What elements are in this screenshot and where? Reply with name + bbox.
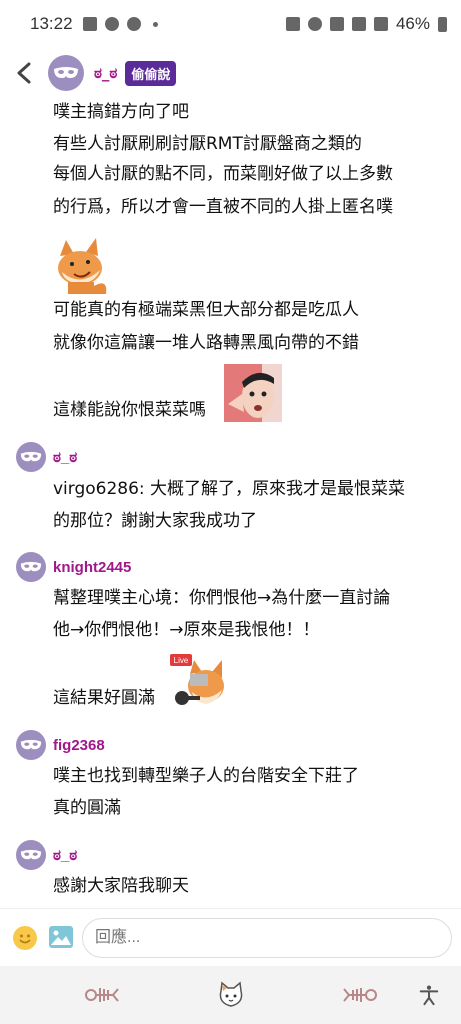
nav-fishbone-right[interactable] [343,980,377,1010]
mask-icon [20,561,42,572]
cat-icon [219,981,243,1007]
thread-header: ಠ_ಠ 偷偷說 [0,48,461,98]
battery-percent: 46% [395,14,430,33]
app-notification-icon [126,17,141,31]
image-icon [51,930,71,945]
avatar[interactable] [16,840,46,870]
post-text-line: 的行爲，所以才會一直被不同的人掛上匿名噗 [53,197,393,217]
responder[interactable]: ಠ_ಠ [16,840,77,870]
status-bar: 13:22 46% [0,0,461,48]
wifi-icon [351,17,366,31]
live-fox-sticker[interactable]: Live [168,652,228,710]
avatar[interactable] [48,55,84,91]
reply-text-line: 真的圓滿 [53,798,121,818]
battery-icon [438,16,447,32]
reply-text-line: 的那位？謝謝大家我成功了 [53,511,257,531]
emoji-button[interactable] [13,926,37,950]
status-time: 13:22 [30,14,73,33]
chevron-left-icon [17,62,31,84]
mask-icon [20,451,42,462]
responder-name[interactable]: knight2445 [53,559,131,576]
avatar[interactable] [16,442,46,472]
responder[interactable]: ಠ_ಠ [16,442,77,472]
shocked-face-sticker[interactable] [224,364,282,422]
reply-text-line: 他→你們恨他！→原來是我恨他！！ [53,620,320,640]
live-label: Live [174,656,189,665]
responder-name[interactable]: ಠ_ಠ [53,847,77,864]
accessibility-button[interactable] [414,980,444,1010]
mask-icon [20,849,42,860]
reply-input[interactable] [82,918,452,958]
responder[interactable]: knight2445 [16,552,131,582]
avatar[interactable] [16,552,46,582]
nav-fishbone-left[interactable] [85,980,119,1010]
mute-icon [329,17,344,31]
fishbone-icon [343,988,377,1002]
reply-text-line: 幫整理噗主心境：你們恨他→為什麼一直討論 [53,588,391,608]
anonymous-badge: 偷偷說 [125,60,177,86]
post-text-line: 噗主搞錯方向了吧 [53,102,189,122]
battery-saver-icon [285,17,300,31]
post-text-line: 有些人討厭刷刷討厭RMT討厭盤商之類的 [53,134,362,154]
post-text-line: 可能真的有極端菜黑但大部分都是吃瓜人 [53,300,359,320]
signal-icon [373,17,388,31]
reply-text-line: 這結果好圓滿 [53,688,155,708]
reply-text-line: virgo6286: 大概了解了，原來我才是最恨菜菜 [53,479,406,499]
fox-sticker[interactable] [52,238,112,296]
post-text-line: 每個人討厭的點不同，而菜剛好做了以上多數 [53,164,393,184]
mask-icon [54,67,78,78]
reply-bar [0,908,461,966]
poster-name[interactable]: ಠ_ಠ [94,64,117,82]
alarm-icon [307,17,322,31]
post-text-line: 就像你這篇讓一堆人路轉黑風向帶的不錯 [53,333,359,353]
responder-name[interactable]: fig2368 [53,737,105,754]
response-list[interactable]: 噗主搞錯方向了吧 有些人討厭刷刷討厭RMT討厭盤商之類的 每個人討厭的點不同，而… [0,98,461,908]
bottom-nav [0,966,461,1024]
responder-name[interactable]: ಠ_ಠ [53,449,77,466]
back-button[interactable] [0,48,48,98]
fishbone-icon [85,988,119,1002]
reply-text-line: 感謝大家陪我聊天 [53,876,189,896]
more-notifications-dot [152,21,158,27]
accessibility-icon [419,985,439,1006]
avatar[interactable] [16,730,46,760]
gallery-notification-icon [82,17,97,31]
post-text-line: 這樣能說你恨菜菜嗎 [53,400,206,420]
reply-text-line: 噗主也找到轉型樂子人的台階安全下莊了 [53,766,359,786]
nav-cat-home[interactable] [214,980,248,1010]
emoji-icon [19,934,31,944]
responder[interactable]: fig2368 [16,730,105,760]
chat-notification-icon [104,17,119,31]
image-upload-button[interactable] [49,926,73,948]
mask-icon [20,739,42,750]
